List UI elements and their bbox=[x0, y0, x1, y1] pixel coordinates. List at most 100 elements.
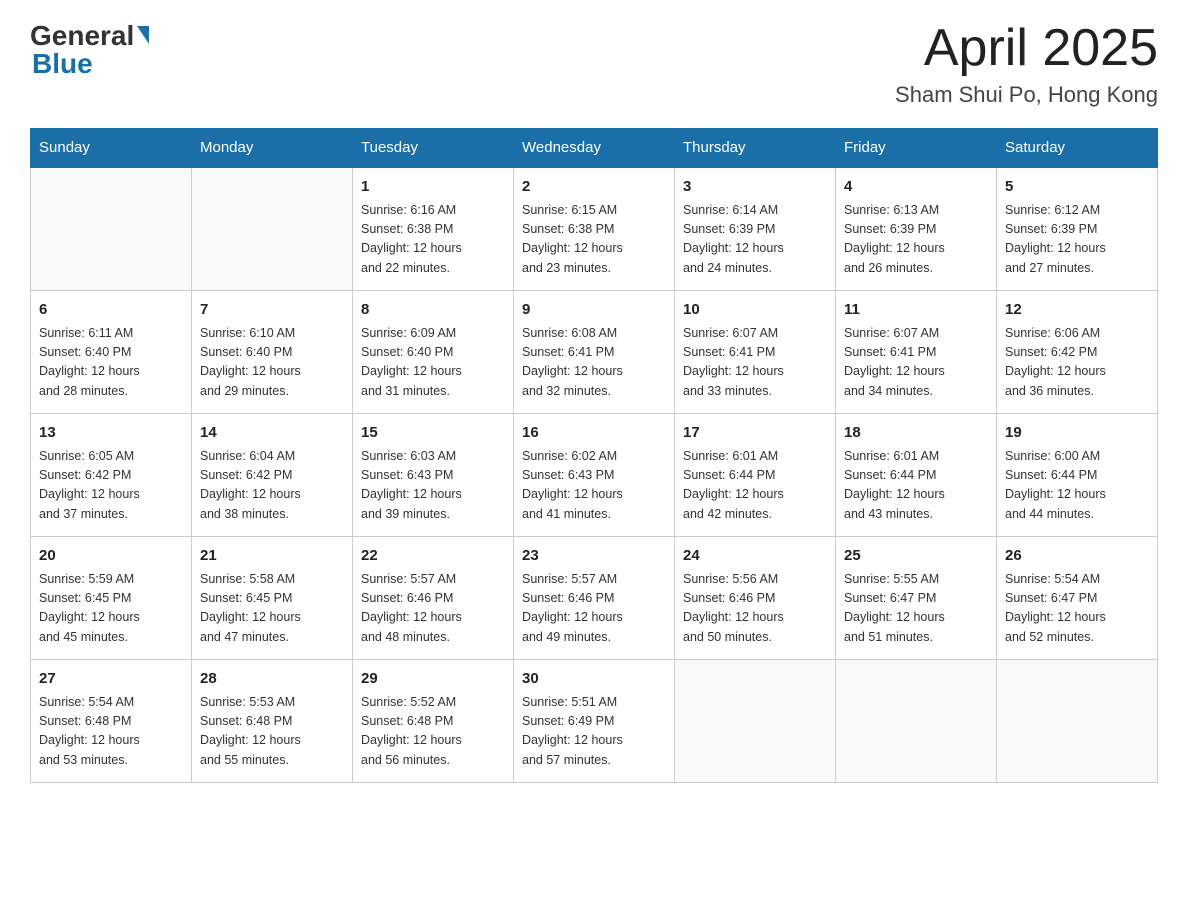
weekday-header-sunday: Sunday bbox=[31, 129, 192, 168]
day-info: Sunrise: 5:55 AMSunset: 6:47 PMDaylight:… bbox=[844, 570, 988, 648]
calendar-empty-cell bbox=[192, 167, 353, 291]
day-number: 3 bbox=[683, 176, 827, 199]
day-number: 7 bbox=[200, 299, 344, 322]
day-number: 12 bbox=[1005, 299, 1149, 322]
day-info: Sunrise: 6:04 AMSunset: 6:42 PMDaylight:… bbox=[200, 447, 344, 525]
day-info: Sunrise: 6:15 AMSunset: 6:38 PMDaylight:… bbox=[522, 201, 666, 279]
day-info: Sunrise: 6:16 AMSunset: 6:38 PMDaylight:… bbox=[361, 201, 505, 279]
calendar-day-2: 2Sunrise: 6:15 AMSunset: 6:38 PMDaylight… bbox=[514, 167, 675, 291]
day-number: 24 bbox=[683, 545, 827, 568]
day-number: 30 bbox=[522, 668, 666, 691]
calendar-day-8: 8Sunrise: 6:09 AMSunset: 6:40 PMDaylight… bbox=[353, 291, 514, 414]
day-info: Sunrise: 5:51 AMSunset: 6:49 PMDaylight:… bbox=[522, 693, 666, 771]
calendar-week-row: 27Sunrise: 5:54 AMSunset: 6:48 PMDayligh… bbox=[31, 660, 1158, 783]
day-number: 25 bbox=[844, 545, 988, 568]
day-number: 28 bbox=[200, 668, 344, 691]
calendar-day-18: 18Sunrise: 6:01 AMSunset: 6:44 PMDayligh… bbox=[836, 414, 997, 537]
title-block: April 2025 Sham Shui Po, Hong Kong bbox=[895, 20, 1158, 108]
weekday-header-tuesday: Tuesday bbox=[353, 129, 514, 168]
calendar-header: SundayMondayTuesdayWednesdayThursdayFrid… bbox=[31, 129, 1158, 168]
day-number: 6 bbox=[39, 299, 183, 322]
logo-arrow-icon bbox=[137, 26, 149, 44]
day-number: 17 bbox=[683, 422, 827, 445]
day-number: 27 bbox=[39, 668, 183, 691]
day-info: Sunrise: 6:12 AMSunset: 6:39 PMDaylight:… bbox=[1005, 201, 1149, 279]
day-info: Sunrise: 5:54 AMSunset: 6:48 PMDaylight:… bbox=[39, 693, 183, 771]
calendar-week-row: 1Sunrise: 6:16 AMSunset: 6:38 PMDaylight… bbox=[31, 167, 1158, 291]
day-number: 18 bbox=[844, 422, 988, 445]
calendar-day-5: 5Sunrise: 6:12 AMSunset: 6:39 PMDaylight… bbox=[997, 167, 1158, 291]
day-info: Sunrise: 6:00 AMSunset: 6:44 PMDaylight:… bbox=[1005, 447, 1149, 525]
calendar-day-13: 13Sunrise: 6:05 AMSunset: 6:42 PMDayligh… bbox=[31, 414, 192, 537]
day-number: 11 bbox=[844, 299, 988, 322]
calendar-body: 1Sunrise: 6:16 AMSunset: 6:38 PMDaylight… bbox=[31, 167, 1158, 783]
day-info: Sunrise: 6:10 AMSunset: 6:40 PMDaylight:… bbox=[200, 324, 344, 402]
day-info: Sunrise: 6:09 AMSunset: 6:40 PMDaylight:… bbox=[361, 324, 505, 402]
weekday-header-row: SundayMondayTuesdayWednesdayThursdayFrid… bbox=[31, 129, 1158, 168]
day-info: Sunrise: 6:02 AMSunset: 6:43 PMDaylight:… bbox=[522, 447, 666, 525]
calendar-subtitle: Sham Shui Po, Hong Kong bbox=[895, 82, 1158, 108]
calendar-day-1: 1Sunrise: 6:16 AMSunset: 6:38 PMDaylight… bbox=[353, 167, 514, 291]
day-number: 1 bbox=[361, 176, 505, 199]
calendar-day-26: 26Sunrise: 5:54 AMSunset: 6:47 PMDayligh… bbox=[997, 537, 1158, 660]
calendar-table: SundayMondayTuesdayWednesdayThursdayFrid… bbox=[30, 128, 1158, 783]
calendar-day-19: 19Sunrise: 6:00 AMSunset: 6:44 PMDayligh… bbox=[997, 414, 1158, 537]
calendar-day-23: 23Sunrise: 5:57 AMSunset: 6:46 PMDayligh… bbox=[514, 537, 675, 660]
day-number: 10 bbox=[683, 299, 827, 322]
calendar-day-21: 21Sunrise: 5:58 AMSunset: 6:45 PMDayligh… bbox=[192, 537, 353, 660]
calendar-day-4: 4Sunrise: 6:13 AMSunset: 6:39 PMDaylight… bbox=[836, 167, 997, 291]
calendar-empty-cell bbox=[675, 660, 836, 783]
day-info: Sunrise: 6:11 AMSunset: 6:40 PMDaylight:… bbox=[39, 324, 183, 402]
calendar-day-20: 20Sunrise: 5:59 AMSunset: 6:45 PMDayligh… bbox=[31, 537, 192, 660]
day-number: 19 bbox=[1005, 422, 1149, 445]
day-number: 15 bbox=[361, 422, 505, 445]
day-number: 5 bbox=[1005, 176, 1149, 199]
day-number: 8 bbox=[361, 299, 505, 322]
day-info: Sunrise: 6:05 AMSunset: 6:42 PMDaylight:… bbox=[39, 447, 183, 525]
day-info: Sunrise: 6:01 AMSunset: 6:44 PMDaylight:… bbox=[844, 447, 988, 525]
day-info: Sunrise: 6:01 AMSunset: 6:44 PMDaylight:… bbox=[683, 447, 827, 525]
calendar-day-17: 17Sunrise: 6:01 AMSunset: 6:44 PMDayligh… bbox=[675, 414, 836, 537]
logo-blue-text: Blue bbox=[32, 48, 93, 80]
day-info: Sunrise: 5:57 AMSunset: 6:46 PMDaylight:… bbox=[361, 570, 505, 648]
day-info: Sunrise: 6:14 AMSunset: 6:39 PMDaylight:… bbox=[683, 201, 827, 279]
weekday-header-monday: Monday bbox=[192, 129, 353, 168]
day-info: Sunrise: 5:57 AMSunset: 6:46 PMDaylight:… bbox=[522, 570, 666, 648]
calendar-day-30: 30Sunrise: 5:51 AMSunset: 6:49 PMDayligh… bbox=[514, 660, 675, 783]
calendar-week-row: 13Sunrise: 6:05 AMSunset: 6:42 PMDayligh… bbox=[31, 414, 1158, 537]
calendar-day-28: 28Sunrise: 5:53 AMSunset: 6:48 PMDayligh… bbox=[192, 660, 353, 783]
calendar-title: April 2025 bbox=[895, 20, 1158, 77]
day-number: 20 bbox=[39, 545, 183, 568]
day-info: Sunrise: 5:58 AMSunset: 6:45 PMDaylight:… bbox=[200, 570, 344, 648]
day-info: Sunrise: 6:06 AMSunset: 6:42 PMDaylight:… bbox=[1005, 324, 1149, 402]
calendar-week-row: 6Sunrise: 6:11 AMSunset: 6:40 PMDaylight… bbox=[31, 291, 1158, 414]
weekday-header-wednesday: Wednesday bbox=[514, 129, 675, 168]
day-info: Sunrise: 6:08 AMSunset: 6:41 PMDaylight:… bbox=[522, 324, 666, 402]
day-number: 4 bbox=[844, 176, 988, 199]
weekday-header-thursday: Thursday bbox=[675, 129, 836, 168]
calendar-day-6: 6Sunrise: 6:11 AMSunset: 6:40 PMDaylight… bbox=[31, 291, 192, 414]
calendar-day-3: 3Sunrise: 6:14 AMSunset: 6:39 PMDaylight… bbox=[675, 167, 836, 291]
day-number: 14 bbox=[200, 422, 344, 445]
calendar-day-25: 25Sunrise: 5:55 AMSunset: 6:47 PMDayligh… bbox=[836, 537, 997, 660]
calendar-day-24: 24Sunrise: 5:56 AMSunset: 6:46 PMDayligh… bbox=[675, 537, 836, 660]
calendar-day-14: 14Sunrise: 6:04 AMSunset: 6:42 PMDayligh… bbox=[192, 414, 353, 537]
weekday-header-friday: Friday bbox=[836, 129, 997, 168]
page-header: General Blue April 2025 Sham Shui Po, Ho… bbox=[30, 20, 1158, 108]
calendar-day-9: 9Sunrise: 6:08 AMSunset: 6:41 PMDaylight… bbox=[514, 291, 675, 414]
day-info: Sunrise: 6:13 AMSunset: 6:39 PMDaylight:… bbox=[844, 201, 988, 279]
calendar-day-16: 16Sunrise: 6:02 AMSunset: 6:43 PMDayligh… bbox=[514, 414, 675, 537]
calendar-day-27: 27Sunrise: 5:54 AMSunset: 6:48 PMDayligh… bbox=[31, 660, 192, 783]
day-number: 2 bbox=[522, 176, 666, 199]
day-number: 22 bbox=[361, 545, 505, 568]
calendar-day-11: 11Sunrise: 6:07 AMSunset: 6:41 PMDayligh… bbox=[836, 291, 997, 414]
calendar-week-row: 20Sunrise: 5:59 AMSunset: 6:45 PMDayligh… bbox=[31, 537, 1158, 660]
day-number: 21 bbox=[200, 545, 344, 568]
day-info: Sunrise: 6:07 AMSunset: 6:41 PMDaylight:… bbox=[683, 324, 827, 402]
day-info: Sunrise: 6:07 AMSunset: 6:41 PMDaylight:… bbox=[844, 324, 988, 402]
calendar-day-15: 15Sunrise: 6:03 AMSunset: 6:43 PMDayligh… bbox=[353, 414, 514, 537]
calendar-empty-cell bbox=[31, 167, 192, 291]
calendar-day-12: 12Sunrise: 6:06 AMSunset: 6:42 PMDayligh… bbox=[997, 291, 1158, 414]
day-number: 26 bbox=[1005, 545, 1149, 568]
calendar-day-7: 7Sunrise: 6:10 AMSunset: 6:40 PMDaylight… bbox=[192, 291, 353, 414]
